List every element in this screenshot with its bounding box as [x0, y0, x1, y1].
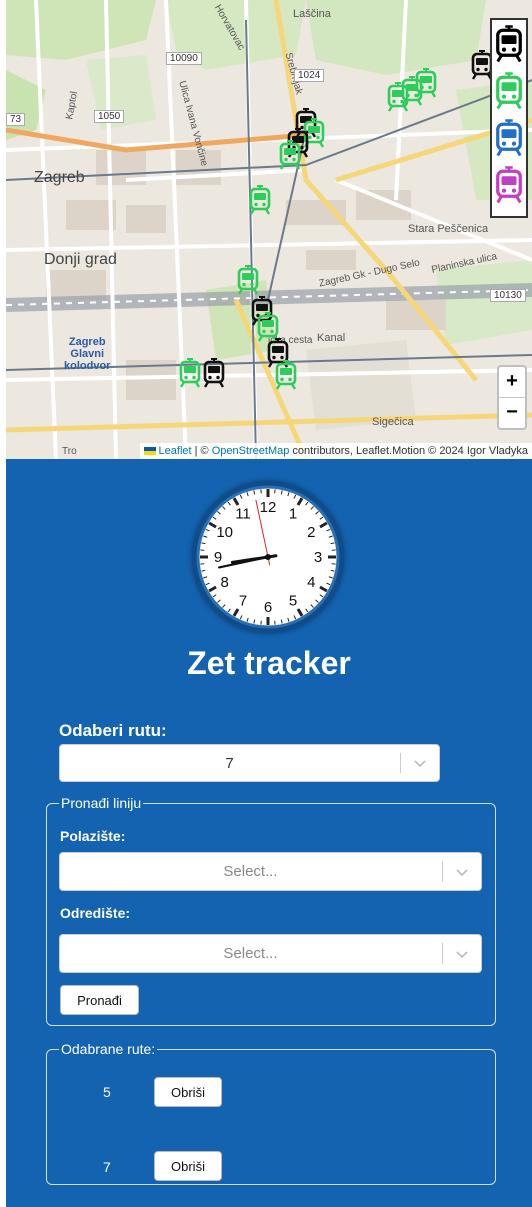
- route-label: Odaberi rutu:: [59, 721, 167, 740]
- zoom-out-button[interactable]: −: [499, 398, 525, 428]
- label-stara-pescenica: Stara Peščenica: [408, 223, 489, 235]
- tram-marker[interactable]: [278, 140, 302, 170]
- delete-route-button[interactable]: Obriši: [154, 1151, 222, 1181]
- clock-number: 6: [264, 599, 272, 616]
- leaflet-link[interactable]: Leaflet: [159, 445, 192, 457]
- map[interactable]: Zagreb Donji grad Zagreb Glavni kolodvor…: [6, 0, 532, 459]
- road-number: 1024: [294, 69, 325, 82]
- analog-clock: 12 1 2 3 4 5 6 7 8 9 10 11: [192, 481, 344, 633]
- label-glavni-line2: Glavni: [70, 348, 105, 360]
- chevron-down-icon[interactable]: [455, 949, 469, 959]
- label-donji-grad: Donji grad: [44, 251, 117, 268]
- tram-marker[interactable]: [236, 265, 260, 295]
- label-glavni-kolodvor: Zagreb Glavni kolodvor: [64, 336, 110, 372]
- road-number: 10130: [490, 289, 526, 302]
- label-zagreb: Zagreb: [34, 169, 85, 186]
- to-select-placeholder: Select...: [223, 945, 278, 962]
- tram-marker[interactable]: [202, 358, 226, 388]
- app-root: Zagreb Donji grad Zagreb Glavni kolodvor…: [6, 0, 532, 1207]
- from-select[interactable]: Select...: [59, 852, 482, 891]
- clock-number: 10: [216, 524, 233, 541]
- osm-link[interactable]: OpenStreetMap: [212, 445, 290, 457]
- tram-icon: [386, 82, 410, 112]
- clock-number: 12: [260, 499, 277, 516]
- tram-icon: [278, 140, 302, 170]
- clock-number: 8: [221, 574, 229, 591]
- road-number: 73: [6, 113, 26, 126]
- tram-icon: [494, 72, 524, 110]
- clock-center: [265, 554, 271, 560]
- legend-item-black: [492, 20, 526, 67]
- clock-face: 12 12 3 45678 9 1011: [196, 485, 340, 629]
- ukraine-flag-icon: [143, 447, 156, 456]
- label-glavni-line3: kolodvor: [64, 360, 111, 372]
- to-label: Odredište:: [60, 905, 131, 921]
- tram-icon: [494, 25, 524, 63]
- road-number: 1050: [94, 110, 125, 123]
- tram-marker[interactable]: [386, 82, 410, 112]
- chevron-down-icon[interactable]: [413, 758, 427, 768]
- label-glavni-line1: Zagreb: [68, 336, 106, 348]
- tram-icon: [274, 360, 298, 390]
- selected-routes-legend: Odabrane rute:: [61, 1041, 156, 1057]
- clock-number: 5: [289, 592, 297, 609]
- select-separator: [442, 861, 443, 882]
- attribution-text: contributors, Leaflet.Motion © 2024 Igor…: [289, 445, 528, 457]
- control-panel: 12 1 2 3 4 5 6 7 8 9 10 11 Zet tracker Odaberi rutu…: [6, 459, 532, 1207]
- legend-item-purple: [492, 161, 526, 208]
- tram-icon: [494, 119, 524, 157]
- clock-number: 1: [289, 506, 297, 523]
- clock-number: 4: [307, 574, 315, 591]
- zoom-in-button[interactable]: +: [499, 367, 525, 398]
- attribution-sep: | ©: [191, 445, 212, 457]
- label-sigecica: Sigečica: [372, 416, 414, 428]
- page-title: Zet tracker: [187, 645, 351, 681]
- tram-icon: [202, 358, 226, 388]
- label-tro: Tro: [62, 446, 77, 457]
- from-select-placeholder: Select...: [223, 863, 278, 880]
- map-attribution: Leaflet | © OpenStreetMap contributors, …: [139, 443, 532, 459]
- tram-icon: [494, 166, 524, 204]
- find-button[interactable]: Pronađi: [60, 985, 139, 1015]
- clock-number: 7: [239, 592, 247, 609]
- tram-marker[interactable]: [274, 360, 298, 390]
- clock-number: 9: [214, 549, 222, 566]
- select-separator: [442, 943, 443, 964]
- selected-route-number: 7: [103, 1159, 111, 1175]
- select-separator: [400, 753, 401, 773]
- from-label: Polazište:: [60, 828, 126, 844]
- tram-icon: [236, 265, 260, 295]
- tram-icon: [178, 358, 202, 388]
- tram-icon: [248, 185, 272, 215]
- clock-number: 2: [307, 524, 315, 541]
- line-legend: [490, 18, 528, 218]
- chevron-down-icon[interactable]: [455, 867, 469, 877]
- tram-marker[interactable]: [178, 358, 202, 388]
- label-kanal: Kanal: [317, 332, 346, 344]
- clock-number: 11: [235, 506, 251, 523]
- legend-item-green: [492, 67, 526, 114]
- legend-item-blue: [492, 114, 526, 161]
- tram-marker[interactable]: [248, 185, 272, 215]
- selected-route-number: 5: [103, 1084, 111, 1100]
- selected-routes-fieldset: Odabrane rute:: [46, 1041, 496, 1185]
- road-number: 10090: [166, 52, 202, 65]
- zoom-control: + −: [497, 365, 527, 430]
- label-lascina: Laščina: [293, 8, 331, 20]
- delete-route-button[interactable]: Obriši: [154, 1077, 222, 1107]
- route-select[interactable]: 7: [59, 744, 440, 782]
- find-line-legend: Pronađi liniju: [61, 795, 142, 811]
- to-select[interactable]: Select...: [59, 934, 482, 973]
- clock-number: 3: [314, 549, 322, 566]
- route-select-value: 7: [225, 754, 234, 772]
